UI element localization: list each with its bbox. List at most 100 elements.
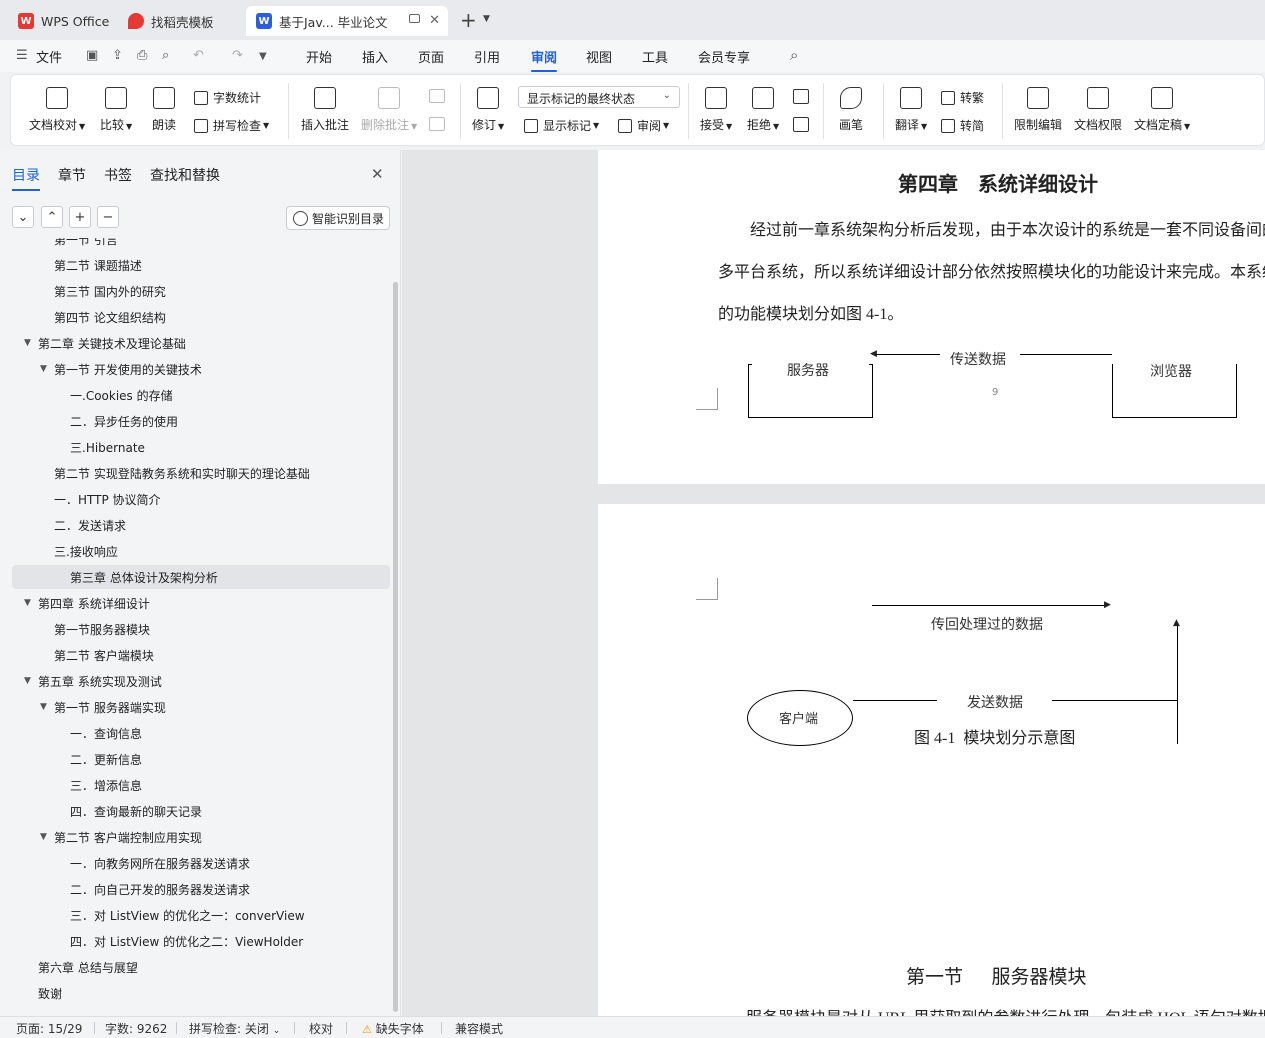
undo-icon[interactable]: ↶ xyxy=(193,48,204,63)
toc-item[interactable]: 第三章 总体设计及架构分析 xyxy=(12,565,390,589)
print-icon[interactable]: ⎙ xyxy=(137,48,147,63)
toc-item[interactable]: 一．查询信息 xyxy=(12,721,390,745)
pen-button[interactable]: 画笔 xyxy=(839,87,863,133)
toc-item[interactable]: 四．对 ListView 的优化之二：ViewHolder xyxy=(12,929,390,953)
toc-item[interactable]: 一.Cookies 的存储 xyxy=(12,383,390,407)
toc-item[interactable]: 第二节 客户端模块 xyxy=(12,643,390,667)
toc-item[interactable]: 第一节服务器模块 xyxy=(12,617,390,641)
toc-item[interactable]: 二．更新信息 xyxy=(12,747,390,771)
window-mode-icon[interactable] xyxy=(409,14,420,23)
toc-item[interactable]: 第二节 实现登陆教务系统和实时聊天的理论基础 xyxy=(12,461,390,485)
remove-heading-button[interactable]: − xyxy=(97,206,119,228)
menu-page[interactable]: 页面 xyxy=(418,47,444,66)
toc-item[interactable]: 三.接收响应 xyxy=(12,539,390,563)
tab-toc[interactable]: 目录 xyxy=(12,165,40,191)
spell-check-button[interactable]: 拼写检查 ▼ xyxy=(194,117,269,134)
expand-triangle-icon[interactable]: ▼ xyxy=(24,598,31,608)
compare-button[interactable]: 比较 ▼ xyxy=(100,87,132,133)
toc-item[interactable]: 第三节 国内外的研究 xyxy=(12,279,390,303)
tab-find-replace[interactable]: 查找和替换 xyxy=(150,165,220,185)
toc-item[interactable]: ▼ 第一节 开发使用的关键技术 xyxy=(12,357,390,381)
doc-check-button[interactable]: 文档校对 ▼ xyxy=(29,87,85,133)
more-chevron-icon[interactable]: ▼ xyxy=(259,51,267,62)
toc-item[interactable]: ▼ 第二章 关键技术及理论基础 xyxy=(12,331,390,355)
tab-list-chevron-icon[interactable]: ▼ xyxy=(483,14,490,24)
toc-item[interactable]: 四．查询最新的聊天记录 xyxy=(12,799,390,823)
print-preview-icon[interactable]: ⌕ xyxy=(162,48,169,63)
share-icon[interactable]: ⇪ xyxy=(112,48,123,63)
spell-check-status[interactable]: 拼写检查: 关闭 ⌄ xyxy=(189,1020,280,1037)
smart-toc-button[interactable]: 智能识别目录 xyxy=(286,206,390,230)
tab-wps-office[interactable]: W WPS Office xyxy=(8,6,114,36)
toc-item[interactable]: 二．异步任务的使用 xyxy=(12,409,390,433)
toc-item[interactable]: 第四节 论文组织结构 xyxy=(12,305,390,329)
to-traditional-button[interactable]: 转繁 xyxy=(941,89,984,106)
document-canvas[interactable]: 第四章 系统详细设计 经过前一章系统架构分析后发现，由于本次设计的系统是一套不同… xyxy=(402,150,1265,1016)
tab-docer-templates[interactable]: 找稻壳模板 xyxy=(118,6,242,36)
collapse-all-button[interactable]: ⌄ xyxy=(12,206,34,228)
reject-button[interactable]: 拒绝 ▼ xyxy=(747,87,779,133)
toc-item[interactable]: 致谢 xyxy=(12,981,390,1005)
toc-item[interactable]: 一．HTTP 协议简介 xyxy=(12,487,390,511)
toc-item[interactable]: 二．发送请求 xyxy=(12,513,390,537)
add-heading-button[interactable]: + xyxy=(69,206,91,228)
toc-item[interactable]: ▼ 第四章 系统详细设计 xyxy=(12,591,390,615)
next-comment-icon[interactable] xyxy=(429,117,445,131)
toc-item[interactable]: ▼ 第一节 服务器端实现 xyxy=(12,695,390,719)
toc-item[interactable]: 三．对 ListView 的优化之一：converView xyxy=(12,903,390,927)
show-marks-button[interactable]: 显示标记 ▼ xyxy=(524,117,599,134)
expand-triangle-icon[interactable]: ▼ xyxy=(40,364,47,374)
tab-document[interactable]: W 基于Jav... 毕业论文 ✕ xyxy=(246,6,448,36)
search-icon[interactable]: ⌕ xyxy=(790,46,798,64)
missing-font-status[interactable]: ⚠ 缺失字体 xyxy=(362,1020,424,1037)
menu-file[interactable]: 文件 xyxy=(36,47,62,66)
menu-references[interactable]: 引用 xyxy=(474,47,500,66)
accept-button[interactable]: 接受 ▼ xyxy=(700,87,732,133)
save-icon[interactable]: ▣ xyxy=(86,48,98,63)
menu-member[interactable]: 会员专享 xyxy=(698,47,750,66)
proofread-status[interactable]: 校对 xyxy=(309,1020,333,1037)
toc-item[interactable]: 二．向自己开发的服务器发送请求 xyxy=(12,877,390,901)
finalize-button[interactable]: 文档定稿 ▼ xyxy=(1134,87,1190,133)
redo-icon[interactable]: ↷ xyxy=(232,48,243,63)
to-simplified-button[interactable]: 转简 xyxy=(941,117,984,134)
expand-up-button[interactable]: ⌃ xyxy=(41,206,63,228)
doc-permission-button[interactable]: 文档权限 xyxy=(1074,87,1122,133)
menu-insert[interactable]: 插入 xyxy=(362,47,388,66)
toc-item[interactable]: 第一节 引言 xyxy=(12,238,390,251)
document-page[interactable]: 第四章 系统详细设计 经过前一章系统架构分析后发现，由于本次设计的系统是一套不同… xyxy=(598,150,1265,484)
close-panel-icon[interactable]: ✕ xyxy=(371,165,384,183)
tab-chapters[interactable]: 章节 xyxy=(58,165,86,185)
word-count-button[interactable]: 字数统计 xyxy=(194,89,261,106)
new-tab-icon[interactable]: + xyxy=(460,8,477,32)
toc-item[interactable]: 一．向教务网所在服务器发送请求 xyxy=(12,851,390,875)
tab-bookmarks[interactable]: 书签 xyxy=(104,165,132,185)
toc-item[interactable]: 三.Hibernate xyxy=(12,435,390,459)
track-changes-button[interactable]: 修订 ▼ xyxy=(472,87,504,133)
review-pane-button[interactable]: 审阅 ▼ xyxy=(618,117,669,134)
menu-view[interactable]: 视图 xyxy=(586,47,612,66)
toc-item[interactable]: 第二节 课题描述 xyxy=(12,253,390,277)
toc-item[interactable]: 三．增添信息 xyxy=(12,773,390,797)
toc-item[interactable]: ▼ 第二节 客户端控制应用实现 xyxy=(12,825,390,849)
delete-comment-button[interactable]: 删除批注 ▼ xyxy=(361,87,417,133)
word-count-indicator[interactable]: 字数: 9262 xyxy=(105,1020,167,1037)
document-page[interactable]: ▶ 传回处理过的数据 ▲ 客户端 发送数据 图 4-1 模块划分示意图 第一节 … xyxy=(598,504,1265,1016)
prev-comment-icon[interactable] xyxy=(429,89,445,103)
expand-triangle-icon[interactable]: ▼ xyxy=(24,676,31,686)
toc-scrollbar[interactable] xyxy=(393,282,398,1012)
close-tab-icon[interactable]: ✕ xyxy=(429,13,440,28)
mark-state-dropdown[interactable]: 显示标记的最终状态 ⌄ xyxy=(518,86,680,108)
menu-review[interactable]: 审阅 xyxy=(531,47,558,72)
next-change-icon[interactable] xyxy=(793,117,809,132)
insert-comment-button[interactable]: 插入批注 xyxy=(301,87,349,133)
menu-tools[interactable]: 工具 xyxy=(642,47,668,66)
toc-item[interactable]: 第六章 总结与展望 xyxy=(12,955,390,979)
expand-triangle-icon[interactable]: ▼ xyxy=(40,832,47,842)
hamburger-icon[interactable]: ☰ xyxy=(16,48,28,63)
translate-button[interactable]: 翻译 ▼ xyxy=(895,87,927,133)
menu-home[interactable]: 开始 xyxy=(306,47,332,66)
expand-triangle-icon[interactable]: ▼ xyxy=(40,702,47,712)
prev-change-icon[interactable] xyxy=(793,89,809,104)
restrict-edit-button[interactable]: 限制编辑 xyxy=(1014,87,1062,133)
